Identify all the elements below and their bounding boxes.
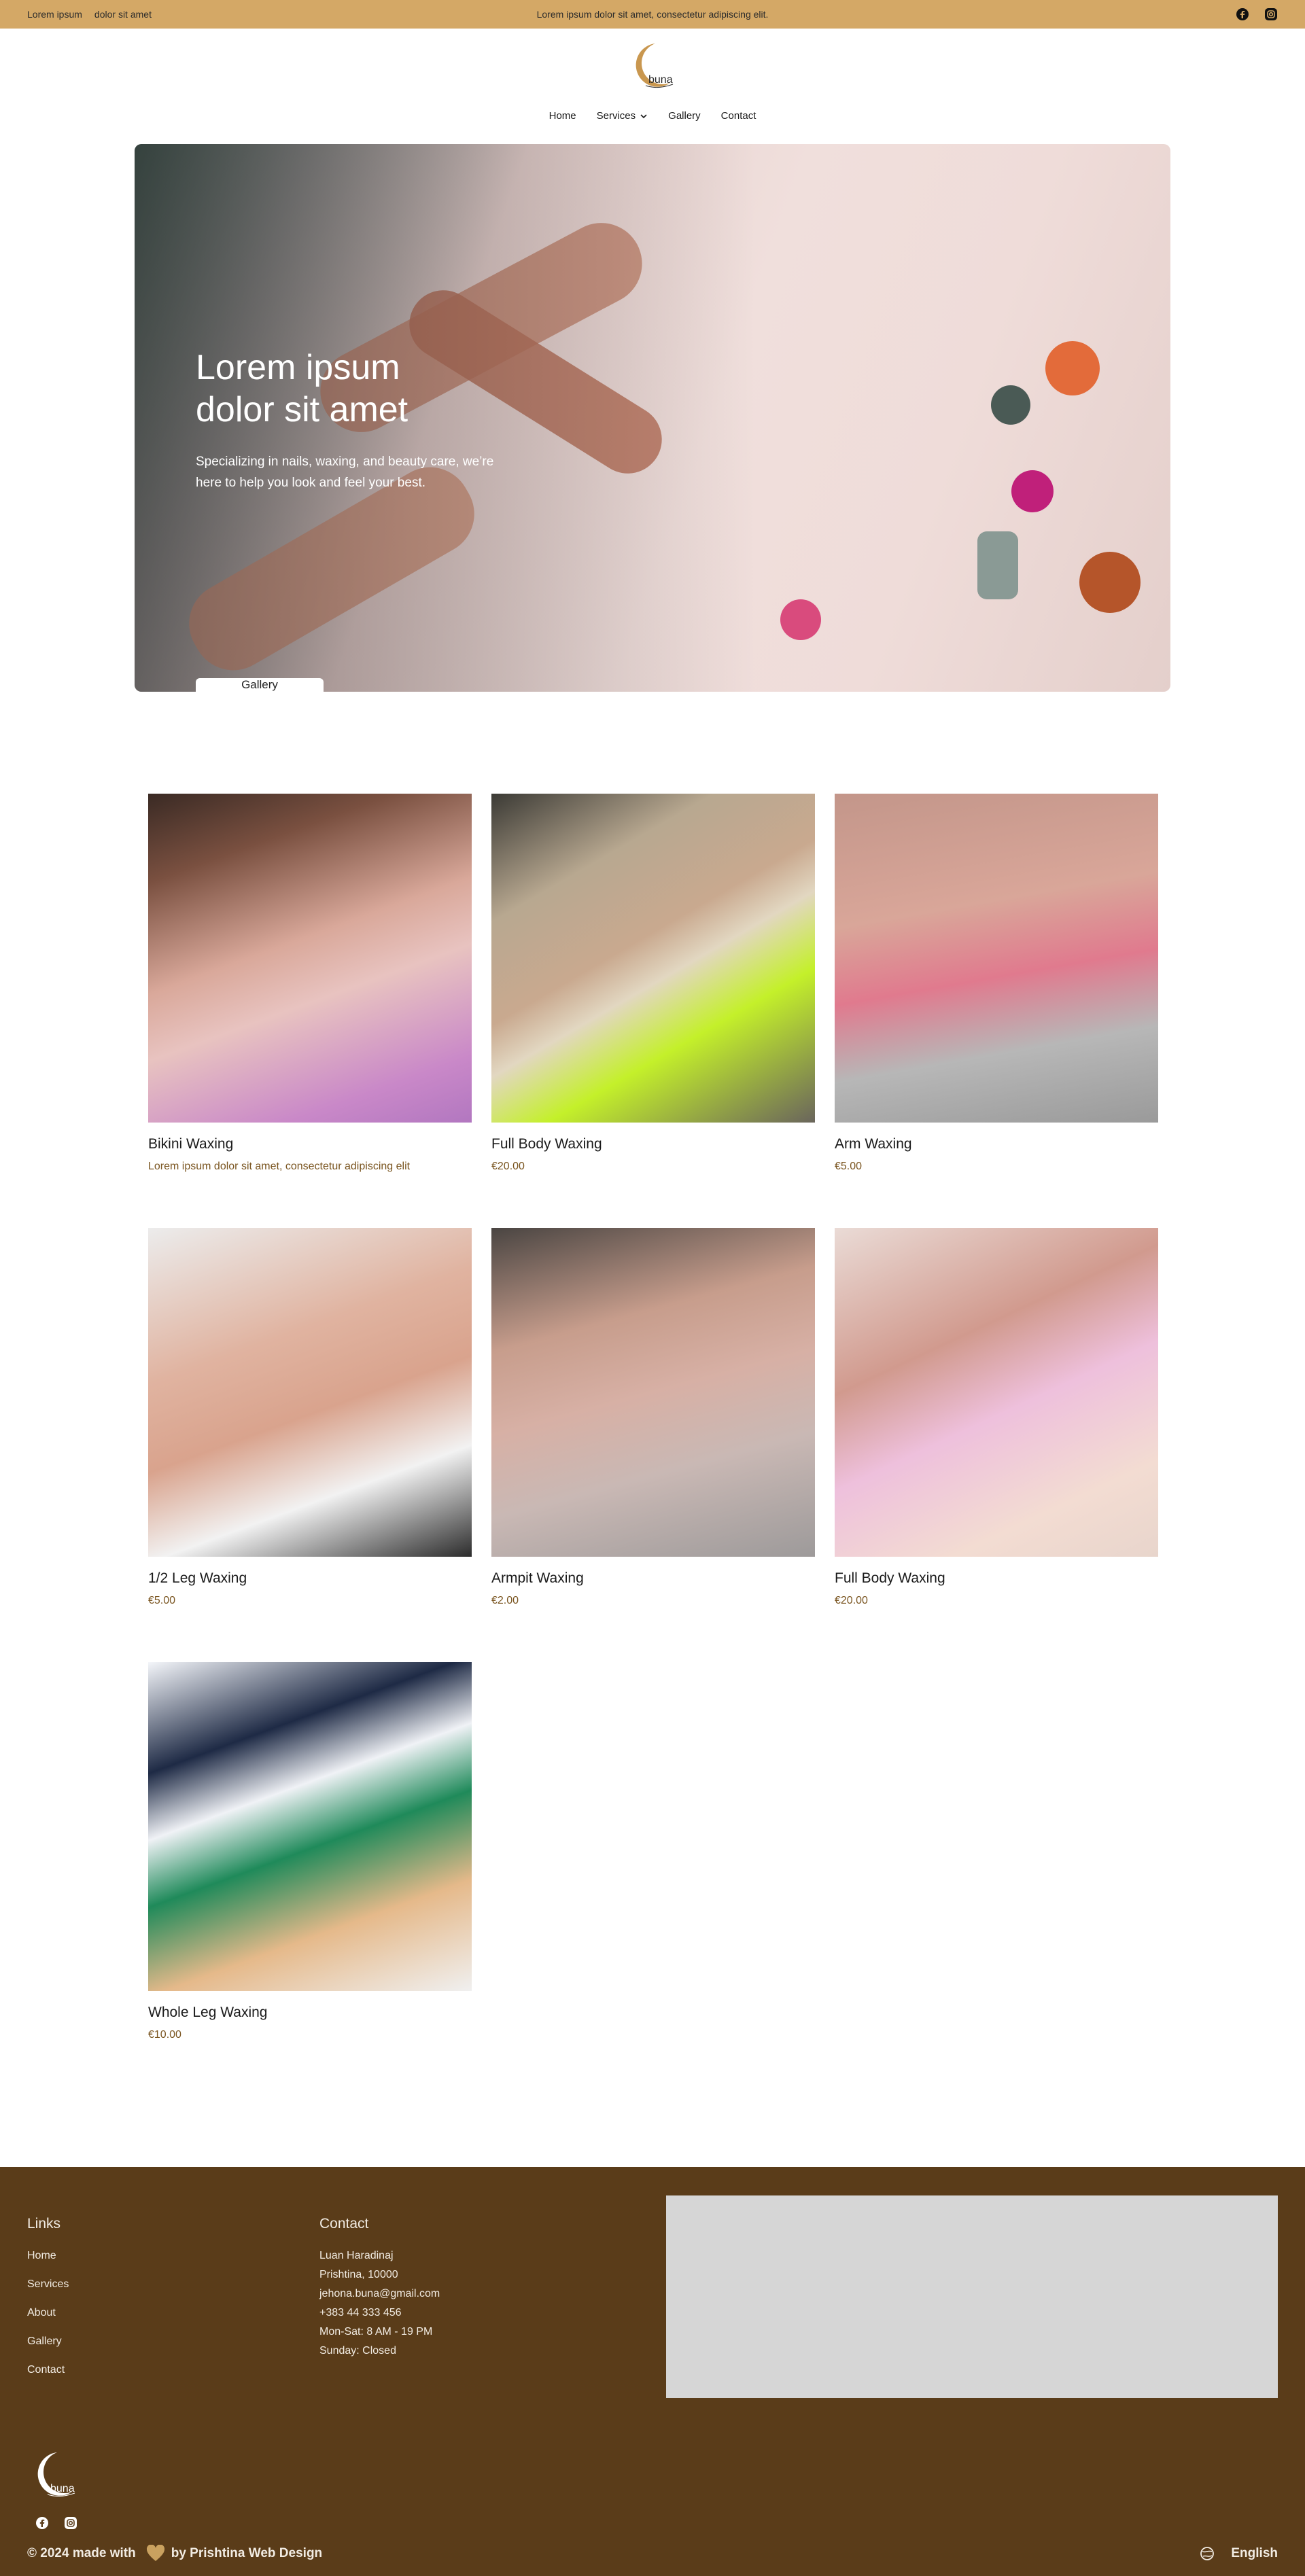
nav-contact[interactable]: Contact (721, 110, 756, 122)
hero-subtitle: Specializing in nails, waxing, and beaut… (196, 455, 494, 490)
footer-link-about[interactable]: About (27, 2307, 69, 2319)
language-label: English (1231, 2546, 1278, 2560)
footer-contact-title: Contact (319, 2216, 369, 2231)
product-price: €2.00 (491, 1595, 519, 1606)
chevron-down-icon (640, 113, 647, 118)
globe-icon (1200, 2547, 1215, 2560)
product-price: €20.00 (491, 1161, 525, 1172)
footer-link-contact[interactable]: Contact (27, 2364, 69, 2376)
footer-contact: Contact Luan Haradinaj Prishtina, 10000 … (319, 2216, 440, 2364)
contact-name: Luan Haradinaj (319, 2250, 394, 2261)
product-price: €5.00 (148, 1595, 176, 1606)
language-switcher[interactable]: English (1200, 2546, 1278, 2561)
product-grid: Bikini Waxing Lorem ipsum dolor sit amet… (135, 794, 1170, 2096)
hero-title: Lorem ipsum dolor sit amet (196, 348, 408, 429)
brand-logo[interactable]: buna (625, 39, 680, 94)
footer-links-title: Links (27, 2216, 61, 2231)
hero-banner: Lorem ipsum dolor sit amet Specializing … (135, 144, 1170, 692)
top-bar-left: Lorem ipsum dolor sit amet (27, 9, 152, 20)
product-card[interactable]: Bikini Waxing Lorem ipsum dolor sit amet… (148, 794, 472, 1228)
contact-phone[interactable]: +383 44 333 456 (319, 2307, 440, 2319)
product-title[interactable]: Arm Waxing (835, 1136, 1158, 1152)
product-image[interactable] (148, 1228, 472, 1557)
nav-services[interactable]: Services (597, 110, 648, 122)
site-header: buna (0, 29, 1305, 105)
product-image[interactable] (491, 1228, 815, 1557)
product-image[interactable] (835, 794, 1158, 1123)
footer-links: Links Home Services About Gallery Contac… (27, 2216, 69, 2393)
product-card[interactable]: Full Body Waxing €20.00 (491, 794, 815, 1228)
map-embed[interactable] (666, 2195, 1278, 2398)
top-bar-text-1: Lorem ipsum (27, 9, 82, 20)
product-title[interactable]: Whole Leg Waxing (148, 2005, 472, 2021)
hero-text: Lorem ipsum dolor sit amet Specializing … (196, 347, 522, 493)
product-card[interactable]: Armpit Waxing €2.00 (491, 1228, 815, 1662)
nav-gallery[interactable]: Gallery (668, 110, 701, 122)
copyright-credit[interactable]: by Prishtina Web Design (171, 2546, 322, 2561)
footer-brand-name: buna (50, 2483, 75, 2494)
contact-sunday: Sunday: Closed (319, 2345, 396, 2357)
top-bar-social (1236, 7, 1278, 21)
instagram-icon[interactable] (1264, 7, 1278, 21)
product-title[interactable]: 1/2 Leg Waxing (148, 1570, 472, 1587)
top-bar-text-2: dolor sit amet (94, 9, 152, 20)
contact-city: Prishtina, 10000 (319, 2269, 398, 2280)
product-card[interactable]: 1/2 Leg Waxing €5.00 (148, 1228, 472, 1662)
product-title[interactable]: Full Body Waxing (835, 1570, 1158, 1587)
nav-services-label: Services (596, 110, 636, 122)
main-nav: Home Services Gallery Contact (0, 105, 1305, 144)
footer-social (35, 2516, 77, 2530)
product-price: €5.00 (835, 1161, 863, 1172)
product-image[interactable] (148, 1662, 472, 1991)
product-title[interactable]: Bikini Waxing (148, 1136, 472, 1152)
product-title[interactable]: Full Body Waxing (491, 1136, 815, 1152)
product-price: €20.00 (835, 1595, 868, 1606)
footer-link-gallery[interactable]: Gallery (27, 2335, 69, 2348)
product-image[interactable] (148, 794, 472, 1123)
product-card[interactable]: Whole Leg Waxing €10.00 (148, 1662, 472, 2096)
top-bar: Lorem ipsum dolor sit amet Lorem ipsum d… (0, 0, 1305, 29)
product-title[interactable]: Armpit Waxing (491, 1570, 815, 1587)
footer-logo[interactable]: buna (27, 2448, 82, 2503)
contact-email[interactable]: jehona.buna@gmail.com (319, 2288, 440, 2300)
facebook-icon[interactable] (35, 2516, 49, 2530)
product-card[interactable]: Arm Waxing €5.00 (835, 794, 1158, 1228)
instagram-icon[interactable] (64, 2516, 77, 2530)
facebook-icon[interactable] (1236, 7, 1249, 21)
brand-name: buna (648, 74, 673, 86)
top-bar-announcement: Lorem ipsum dolor sit amet, consectetur … (536, 9, 769, 20)
product-image[interactable] (491, 794, 815, 1123)
contact-hours: Mon-Sat: 8 AM - 19 PM (319, 2326, 433, 2337)
product-price: Lorem ipsum dolor sit amet, consectetur … (148, 1161, 411, 1172)
product-image[interactable] (835, 1228, 1158, 1557)
copyright-text: © 2024 made with (27, 2546, 136, 2560)
nav-home[interactable]: Home (549, 110, 576, 122)
product-card[interactable]: Full Body Waxing €20.00 (835, 1228, 1158, 1662)
gallery-button[interactable]: Gallery (196, 678, 324, 692)
heart-icon (146, 2545, 164, 2561)
footer-bottom: © 2024 made with by Prishtina Web Design… (27, 2545, 1278, 2562)
site-footer: Links Home Services About Gallery Contac… (0, 2167, 1305, 2576)
footer-link-services[interactable]: Services (27, 2278, 69, 2291)
footer-link-home[interactable]: Home (27, 2250, 69, 2262)
product-price: €10.00 (148, 2029, 181, 2041)
